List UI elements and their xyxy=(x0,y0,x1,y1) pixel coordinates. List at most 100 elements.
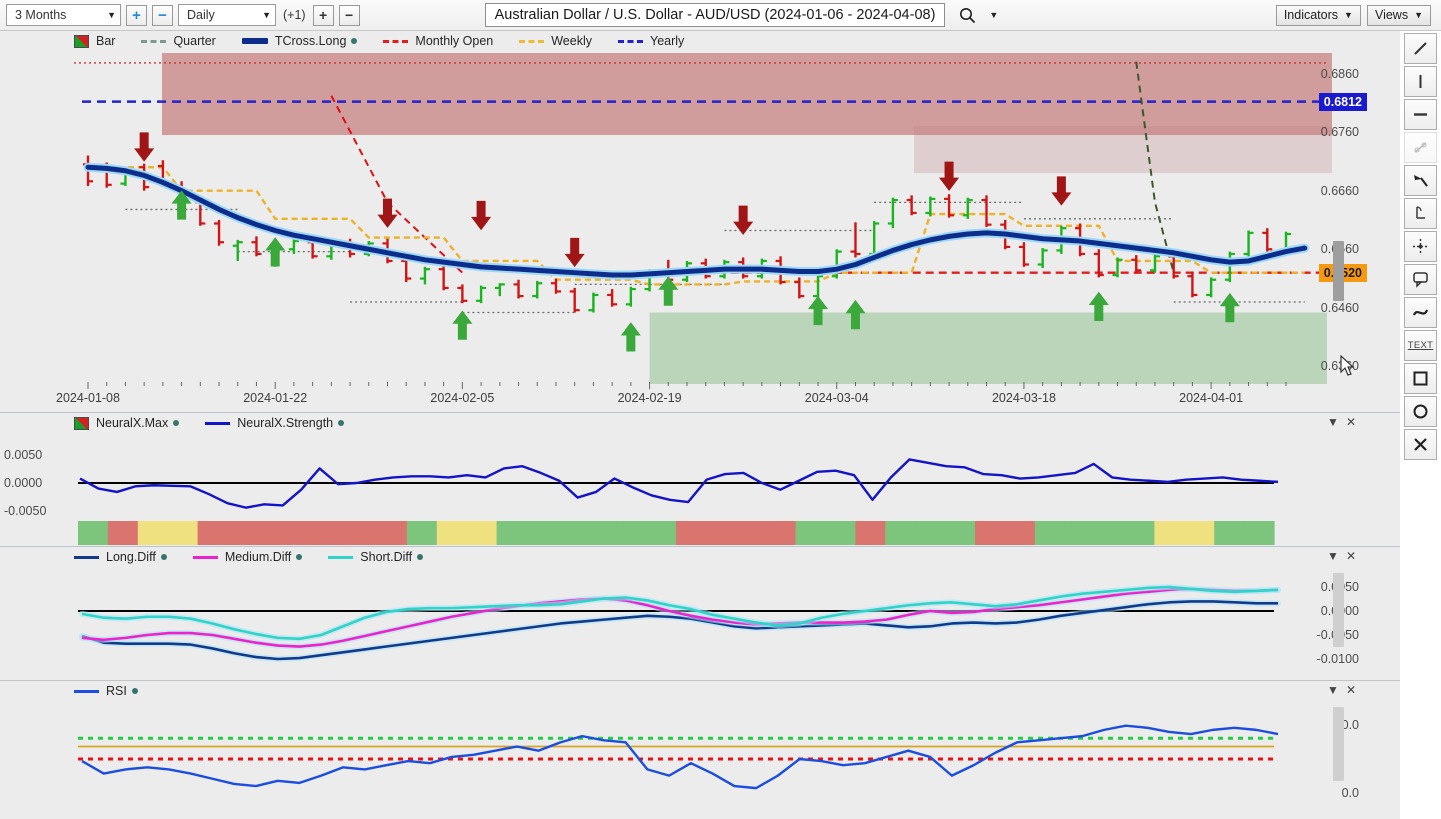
range-select[interactable]: 3 Months ▼ xyxy=(6,4,121,26)
indicators-label: Indicators xyxy=(1283,8,1339,22)
rsi-pane-controls: ▼ ✕ xyxy=(1327,683,1356,697)
neuralx-y-tick: 0.0050 xyxy=(4,448,43,462)
price-plot-area[interactable] xyxy=(74,31,1332,410)
legend-item-yearly[interactable]: Yearly xyxy=(618,34,684,48)
settings-dot-icon[interactable] xyxy=(417,554,424,560)
settings-dot-icon[interactable] xyxy=(296,554,303,560)
price-y-axis[interactable]: 0.68600.67600.66600.65600.64600.63600.68… xyxy=(1318,31,1400,410)
price-x-axis: 2024-01-08 2024-01-22 2024-02-05 2024-02-19… xyxy=(56,382,1332,410)
neuralx-chart-svg xyxy=(78,458,1279,545)
legend-label: Yearly xyxy=(650,34,685,48)
range-increase-button[interactable]: + xyxy=(126,4,147,26)
rsi-y-tick: 0.0 xyxy=(1341,786,1359,800)
price-scroll-thumb[interactable] xyxy=(1333,241,1344,301)
legend-item-neuralx-strength[interactable]: NeuralX.Strength xyxy=(205,416,345,430)
text-tool[interactable]: TEXT xyxy=(1404,330,1437,361)
price-x-tick: 2024-01-08 xyxy=(56,391,120,405)
pitchfork-tool[interactable] xyxy=(1404,132,1437,163)
legend-item-quarter[interactable]: Quarter xyxy=(141,34,216,48)
diff-collapse-icon[interactable]: ▼ xyxy=(1327,549,1339,563)
legend-label: NeuralX.Max xyxy=(96,416,169,430)
curve-tool[interactable] xyxy=(1404,297,1437,328)
line-swatch-icon xyxy=(205,421,231,425)
diff-close-icon[interactable]: ✕ xyxy=(1346,549,1356,563)
diff-pane-controls: ▼ ✕ xyxy=(1327,549,1356,563)
diff-y-tick: -0.0100 xyxy=(1316,652,1359,666)
price-y-tick: 0.6860 xyxy=(1320,66,1359,81)
brush-icon xyxy=(1414,175,1428,187)
neuralx-plot-area[interactable] xyxy=(74,433,1332,545)
vertical-line-tool[interactable] xyxy=(1404,66,1437,97)
symbol-text: Australian Dollar / U.S. Dollar - AUD/US… xyxy=(494,7,936,23)
diff-plot-area[interactable] xyxy=(74,567,1332,679)
horizontal-line-tool[interactable] xyxy=(1404,99,1437,130)
legend-item-tcross-long[interactable]: TCross.Long xyxy=(241,34,358,48)
range-decrease-button[interactable]: − xyxy=(152,4,173,26)
search-icon xyxy=(960,7,976,23)
neuralx-close-icon[interactable]: ✕ xyxy=(1346,415,1356,429)
legend-item-neuralx-max[interactable]: NeuralX.Max xyxy=(74,416,180,430)
price-y-tick: 0.6760 xyxy=(1320,125,1359,140)
ellipse-tool[interactable] xyxy=(1404,396,1437,427)
callout-icon xyxy=(1413,272,1428,288)
rsi-plot-area[interactable] xyxy=(74,701,1332,819)
legend-label: Quarter xyxy=(173,34,216,48)
neuralx-collapse-icon[interactable]: ▼ xyxy=(1327,415,1339,429)
trendline-tool[interactable] xyxy=(1404,33,1437,64)
delete-tool[interactable] xyxy=(1404,429,1437,460)
interval-select-value: Daily xyxy=(187,8,215,22)
fibonacci-tool[interactable] xyxy=(1404,198,1437,229)
price-y-tick: 0.6660 xyxy=(1320,183,1359,198)
rsi-collapse-icon[interactable]: ▼ xyxy=(1327,683,1339,697)
legend-item-medium-diff[interactable]: Medium.Diff xyxy=(192,550,303,564)
symbol-input[interactable]: Australian Dollar / U.S. Dollar - AUD/US… xyxy=(484,3,946,27)
offset-decrease-button[interactable]: − xyxy=(338,4,360,26)
chevron-down-icon: ▼ xyxy=(262,10,271,20)
legend-item-monthly-open[interactable]: Monthly Open xyxy=(383,34,493,48)
legend-item-long-diff[interactable]: Long.Diff xyxy=(74,550,167,564)
line-diagonal-icon xyxy=(1414,42,1427,55)
legend-label: RSI xyxy=(106,684,127,698)
views-label: Views xyxy=(1374,8,1409,22)
bar-swatch-icon xyxy=(74,34,89,48)
callout-tool[interactable] xyxy=(1404,264,1437,295)
chevron-down-icon: ▼ xyxy=(107,10,116,20)
dashed-line-swatch-icon xyxy=(141,39,167,43)
rsi-scroll-thumb[interactable] xyxy=(1333,707,1344,781)
legend-label: Medium.Diff xyxy=(224,550,292,564)
offset-increase-button[interactable]: + xyxy=(312,4,334,26)
measure-tool[interactable] xyxy=(1404,231,1437,262)
line-swatch-icon xyxy=(328,555,354,559)
diff-scroll-thumb[interactable] xyxy=(1333,573,1344,647)
diff-chart-svg xyxy=(78,584,1281,662)
legend-item-bar[interactable]: Bar xyxy=(74,34,115,48)
settings-dot-icon[interactable] xyxy=(131,688,138,694)
views-menu-button[interactable]: Views ▼ xyxy=(1366,4,1431,26)
settings-dot-icon[interactable] xyxy=(173,420,180,426)
indicators-menu-button[interactable]: Indicators ▼ xyxy=(1275,4,1361,26)
bar-swatch-icon xyxy=(74,416,89,430)
price-chart-svg xyxy=(74,53,1332,384)
fib-icon xyxy=(1416,206,1425,219)
settings-dot-icon[interactable] xyxy=(338,420,345,426)
rsi-close-icon[interactable]: ✕ xyxy=(1346,683,1356,697)
brush-tool[interactable] xyxy=(1404,165,1437,196)
legend-item-weekly[interactable]: Weekly xyxy=(519,34,592,48)
interval-select[interactable]: Daily ▼ xyxy=(178,4,276,26)
legend-item-rsi[interactable]: RSI xyxy=(74,684,138,698)
search-button[interactable]: ▼ xyxy=(959,7,998,24)
settings-dot-icon[interactable] xyxy=(160,554,167,560)
price-x-tick: 2024-04-01 xyxy=(1179,391,1244,405)
legend-label: TCross.Long xyxy=(274,34,347,48)
legend-item-short-diff[interactable]: Short.Diff xyxy=(328,550,424,564)
dashed-line-swatch-icon xyxy=(383,39,409,43)
price-x-tick: 2024-02-05 xyxy=(430,391,495,405)
rectangle-tool[interactable] xyxy=(1404,363,1437,394)
neuralx-y-tick: -0.0050 xyxy=(4,504,47,518)
price-tag: 0.6812 xyxy=(1318,92,1367,111)
offset-label: (+1) xyxy=(283,8,306,22)
neuralx-pane: NeuralX.Max NeuralX.Strength ▼ ✕ 0.0050 0.… xyxy=(0,412,1400,545)
line-swatch-icon xyxy=(241,38,268,44)
price-x-tick: 2024-02-19 xyxy=(617,391,682,405)
settings-dot-icon[interactable] xyxy=(351,38,358,44)
